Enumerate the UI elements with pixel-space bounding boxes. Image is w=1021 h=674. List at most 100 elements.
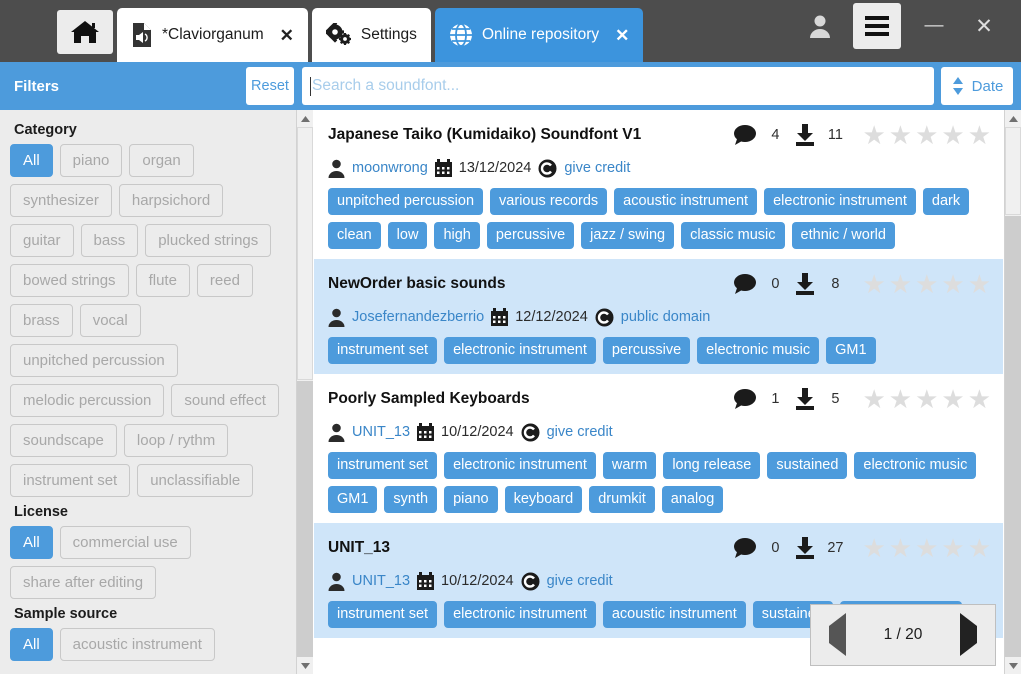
- license-link[interactable]: public domain: [621, 309, 710, 325]
- soundfont-card[interactable]: NewOrder basic sounds08★★★★★Josefernande…: [314, 259, 1003, 374]
- star-icon[interactable]: ★: [968, 271, 991, 297]
- tag[interactable]: electronic instrument: [764, 188, 916, 215]
- sidebar-scroll-thumb[interactable]: [297, 127, 313, 380]
- star-icon[interactable]: ★: [915, 122, 938, 148]
- soundfont-card[interactable]: Japanese Taiko (Kumidaiko) Soundfont V14…: [314, 110, 1003, 259]
- tag[interactable]: keyboard: [505, 486, 583, 513]
- tag[interactable]: GM1: [826, 337, 875, 364]
- tab-close-icon[interactable]: ✕: [615, 27, 629, 44]
- tab-close-icon[interactable]: ✕: [280, 27, 294, 44]
- next-page-button[interactable]: [960, 626, 977, 644]
- tag[interactable]: unpitched percussion: [328, 188, 483, 215]
- tag[interactable]: low: [388, 222, 428, 249]
- filter-chip[interactable]: instrument set: [10, 464, 130, 497]
- filter-chip[interactable]: piano: [60, 144, 123, 177]
- filter-chip[interactable]: harpsichord: [119, 184, 223, 217]
- license-link[interactable]: give credit: [547, 573, 613, 589]
- tag[interactable]: synth: [384, 486, 437, 513]
- author-link[interactable]: Josefernandezberrio: [352, 309, 484, 325]
- license-link[interactable]: give credit: [564, 160, 630, 176]
- tab-online-repository[interactable]: Online repository ✕: [435, 8, 643, 62]
- star-icon[interactable]: ★: [889, 122, 912, 148]
- rating-stars[interactable]: ★★★★★: [862, 122, 991, 148]
- star-icon[interactable]: ★: [862, 122, 885, 148]
- tag[interactable]: piano: [444, 486, 497, 513]
- sidebar-scrollbar[interactable]: [296, 110, 313, 674]
- tag[interactable]: ethnic / world: [792, 222, 895, 249]
- star-icon[interactable]: ★: [941, 386, 964, 412]
- filter-chip[interactable]: unclassifiable: [137, 464, 253, 497]
- sidebar-scroll-track[interactable]: [297, 381, 313, 657]
- tag[interactable]: instrument set: [328, 601, 437, 628]
- filter-chip[interactable]: sound effect: [171, 384, 278, 417]
- star-icon[interactable]: ★: [941, 122, 964, 148]
- filter-chip[interactable]: vocal: [80, 304, 141, 337]
- tag[interactable]: clean: [328, 222, 381, 249]
- main-menu-button[interactable]: [853, 3, 901, 49]
- tag[interactable]: instrument set: [328, 337, 437, 364]
- tag[interactable]: acoustic instrument: [603, 601, 746, 628]
- star-icon[interactable]: ★: [889, 271, 912, 297]
- star-icon[interactable]: ★: [862, 271, 885, 297]
- tag[interactable]: long release: [663, 452, 760, 479]
- tab-claviorganum[interactable]: *Claviorganum ✕: [117, 8, 308, 62]
- filter-chip[interactable]: All: [10, 526, 53, 559]
- tag[interactable]: various records: [490, 188, 607, 215]
- tag[interactable]: acoustic instrument: [614, 188, 757, 215]
- star-icon[interactable]: ★: [941, 535, 964, 561]
- author-link[interactable]: moonwrong: [352, 160, 428, 176]
- tag[interactable]: electronic instrument: [444, 452, 596, 479]
- star-icon[interactable]: ★: [862, 535, 885, 561]
- soundfont-card[interactable]: Poorly Sampled Keyboards15★★★★★UNIT_1310…: [314, 374, 1003, 523]
- tag[interactable]: sustained: [767, 452, 847, 479]
- tag[interactable]: percussive: [603, 337, 690, 364]
- results-scrollbar[interactable]: [1004, 110, 1021, 674]
- tag[interactable]: electronic music: [697, 337, 819, 364]
- tag[interactable]: drumkit: [589, 486, 655, 513]
- search-input[interactable]: Search a soundfont...: [302, 67, 934, 105]
- scroll-up-icon[interactable]: [297, 110, 313, 127]
- scroll-down-icon[interactable]: [1005, 657, 1021, 674]
- results-scroll-thumb[interactable]: [1005, 127, 1021, 215]
- star-icon[interactable]: ★: [915, 386, 938, 412]
- tag[interactable]: instrument set: [328, 452, 437, 479]
- tag[interactable]: high: [434, 222, 479, 249]
- tag[interactable]: electronic instrument: [444, 601, 596, 628]
- star-icon[interactable]: ★: [889, 535, 912, 561]
- star-icon[interactable]: ★: [915, 535, 938, 561]
- filter-chip[interactable]: All: [10, 628, 53, 661]
- star-icon[interactable]: ★: [915, 271, 938, 297]
- filter-chip[interactable]: organ: [129, 144, 193, 177]
- star-icon[interactable]: ★: [968, 386, 991, 412]
- rating-stars[interactable]: ★★★★★: [862, 535, 991, 561]
- home-button[interactable]: [57, 10, 113, 54]
- filter-chip[interactable]: melodic percussion: [10, 384, 164, 417]
- filter-chip[interactable]: bowed strings: [10, 264, 129, 297]
- filter-chip[interactable]: soundscape: [10, 424, 117, 457]
- filter-chip[interactable]: loop / rythm: [124, 424, 228, 457]
- author-link[interactable]: UNIT_13: [352, 424, 410, 440]
- filter-chip[interactable]: brass: [10, 304, 73, 337]
- tag[interactable]: dark: [923, 188, 969, 215]
- filter-chip[interactable]: All: [10, 144, 53, 177]
- filter-chip[interactable]: plucked strings: [145, 224, 271, 257]
- license-link[interactable]: give credit: [547, 424, 613, 440]
- reset-filters-button[interactable]: Reset: [246, 67, 294, 105]
- star-icon[interactable]: ★: [862, 386, 885, 412]
- filter-chip[interactable]: acoustic instrument: [60, 628, 215, 661]
- scroll-down-icon[interactable]: [297, 657, 313, 674]
- filter-chip[interactable]: unpitched percussion: [10, 344, 178, 377]
- close-window-button[interactable]: ✕: [961, 6, 1007, 46]
- filter-chip[interactable]: guitar: [10, 224, 74, 257]
- minimize-button[interactable]: —: [911, 6, 957, 46]
- filter-chip[interactable]: flute: [136, 264, 190, 297]
- filter-chip[interactable]: synthesizer: [10, 184, 112, 217]
- tag[interactable]: classic music: [681, 222, 784, 249]
- filter-chip[interactable]: commercial use: [60, 526, 191, 559]
- star-icon[interactable]: ★: [941, 271, 964, 297]
- sort-button[interactable]: Date: [941, 67, 1013, 105]
- rating-stars[interactable]: ★★★★★: [862, 386, 991, 412]
- tag[interactable]: percussive: [487, 222, 574, 249]
- rating-stars[interactable]: ★★★★★: [862, 271, 991, 297]
- tag[interactable]: electronic music: [854, 452, 976, 479]
